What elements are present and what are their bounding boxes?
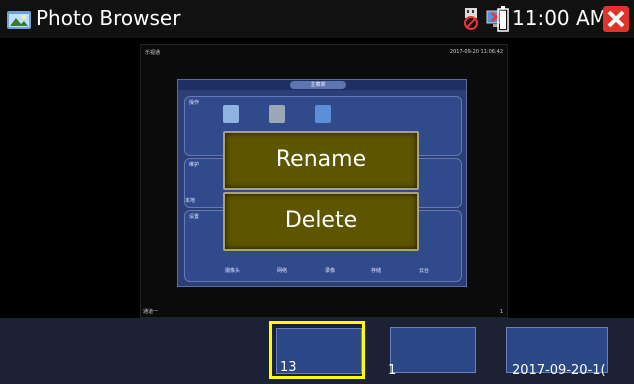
thumbnail-image	[390, 327, 476, 373]
clock: 11:00 AM	[512, 6, 607, 30]
thumbnail-item[interactable]: 2017-09-20-1(	[500, 321, 620, 379]
thumbnail-label: 1	[388, 363, 397, 378]
rename-button[interactable]: Rename	[223, 131, 419, 190]
title-bar: Photo Browser 11:00 AM	[0, 0, 634, 38]
preview-timestamp: 2017-09-20 11:06:42	[449, 49, 503, 55]
close-button[interactable]	[603, 6, 629, 32]
thumbnail-strip: 13 1 2017-09-20-1(	[0, 318, 634, 384]
thumbnail-item[interactable]: 13	[269, 321, 365, 379]
preview-top-label: 乐视通	[145, 50, 161, 56]
thumbnail-label: 13	[280, 360, 297, 375]
battery-body-icon	[497, 6, 509, 32]
film-icon	[223, 105, 239, 123]
context-menu: Rename Delete	[220, 128, 419, 251]
preview-menu-title: 主菜单	[290, 81, 346, 89]
preview-page-label: 1	[499, 309, 503, 315]
app-title: Photo Browser	[36, 6, 181, 30]
usb-disconnected-icon	[464, 8, 478, 30]
preview-channel-label: 通道一	[143, 309, 159, 315]
close-icon	[607, 10, 625, 28]
thumbnail-item[interactable]: 1	[384, 321, 480, 379]
thumbnail-label: 2017-09-20-1(	[512, 363, 606, 378]
photo-browser-app-icon	[7, 11, 31, 29]
home-icon	[315, 105, 331, 123]
delete-button[interactable]: Delete	[223, 192, 419, 251]
drive-icon	[269, 105, 285, 123]
